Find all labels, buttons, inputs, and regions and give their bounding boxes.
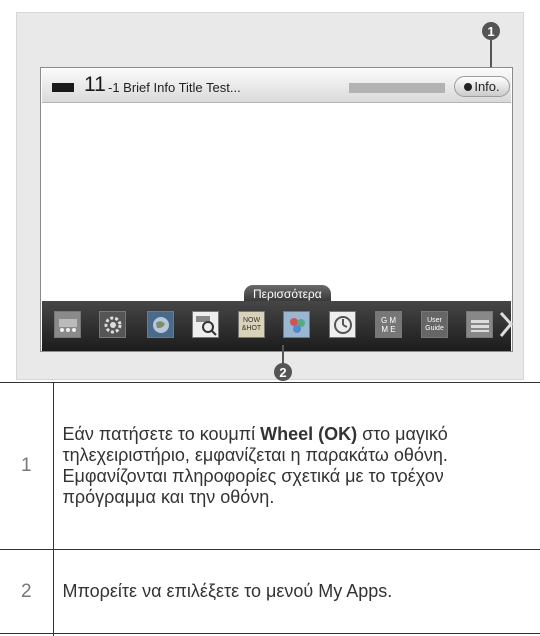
now-hot-label: NOW &HOT xyxy=(241,316,262,332)
input-icon[interactable] xyxy=(54,311,81,338)
time-machine-icon[interactable] xyxy=(329,311,356,338)
tv-screen: 11 -1 Brief Info Title Test... Info. Περ… xyxy=(40,67,513,352)
tv-screen-illustration: 1 11 -1 Brief Info Title Test... Info. Π… xyxy=(16,12,524,381)
premium-icon[interactable] xyxy=(283,311,310,338)
callout-badge-2: 2 xyxy=(274,363,292,381)
table-row: 2 Μπορείτε να επιλέξετε το μενού My Apps… xyxy=(0,549,540,634)
info-button-label: Info. xyxy=(474,79,500,94)
row-description: Εάν πατήσετε το κουμπί Wheel (OK) στο μα… xyxy=(53,382,540,550)
row-description: Μπορείτε να επιλέξετε το μενού My Apps. xyxy=(53,549,540,634)
my-apps-list-icon[interactable] xyxy=(466,311,493,338)
row-number: 1 xyxy=(0,382,54,550)
now-and-hot-icon[interactable]: NOW &HOT xyxy=(238,311,265,338)
row-text-line2: Εμφανίζονται πληροφορίες σχετικά με το τ… xyxy=(62,466,444,507)
row-text-pre: Εάν πατήσετε το κουμπί xyxy=(62,424,261,444)
my-apps-dock: NOW &HOT G M M E User Guide xyxy=(42,301,513,351)
callout-leader-2 xyxy=(282,345,284,365)
row-text-bold: Wheel (OK) xyxy=(260,424,358,444)
channel-title: -1 Brief Info Title Test... xyxy=(108,80,241,95)
channel-number: 11 xyxy=(84,73,106,96)
channel-type-icon xyxy=(52,83,74,92)
dock-scroll-right-icon[interactable] xyxy=(499,311,513,338)
callout-badge-1: 1 xyxy=(482,22,500,40)
game-world-label: G M M E xyxy=(380,315,397,334)
info-icon xyxy=(464,82,473,91)
user-guide-icon[interactable]: User Guide xyxy=(421,311,448,338)
game-world-icon[interactable]: G M M E xyxy=(375,311,402,338)
internet-icon[interactable] xyxy=(147,311,174,338)
search-icon[interactable] xyxy=(192,311,219,338)
table-row: 1 Εάν πατήσετε το κουμπί Wheel (OK) στο … xyxy=(0,382,540,550)
description-table: 1 Εάν πατήσετε το κουμπί Wheel (OK) στο … xyxy=(0,382,540,636)
program-progress-bar xyxy=(349,83,445,93)
row-number: 2 xyxy=(0,549,54,634)
brief-info-bar: 11 -1 Brief Info Title Test... Info. xyxy=(42,69,511,103)
user-guide-label: User Guide xyxy=(425,316,444,332)
settings-icon[interactable] xyxy=(99,311,126,338)
info-button[interactable]: Info. xyxy=(454,76,510,97)
